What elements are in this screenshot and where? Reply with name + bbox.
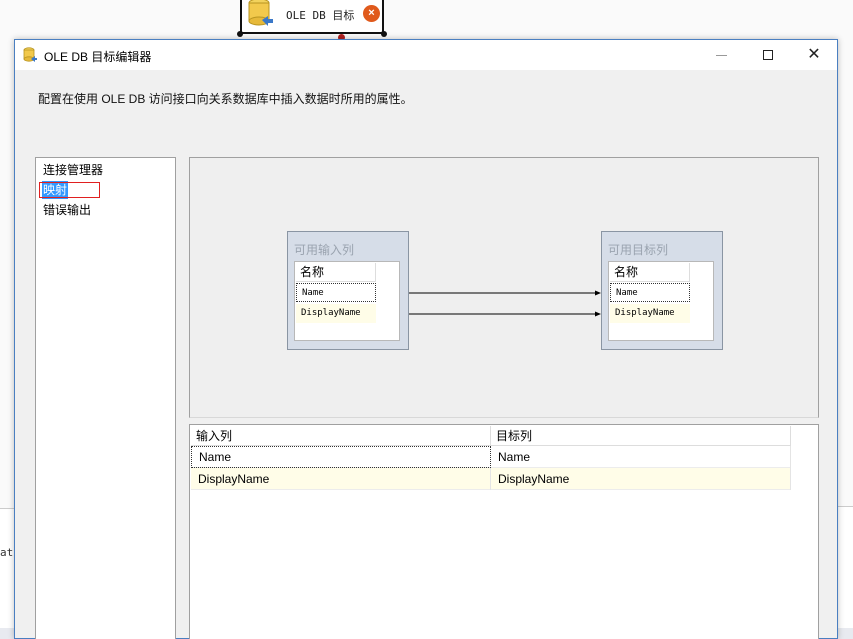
available-destination-columns-box[interactable]: 可用目标列 名称 Name DisplayName	[601, 231, 723, 350]
input-column-item[interactable]: Name	[296, 283, 376, 302]
available-input-columns-box[interactable]: 可用输入列 名称 Name DisplayName	[287, 231, 409, 350]
error-icon: ×	[363, 5, 380, 22]
output-panel-edge-text: at	[0, 546, 14, 559]
minimize-button[interactable]	[699, 40, 745, 70]
mapping-grid: 输入列 目标列 Name Name DisplayName DisplayNam…	[189, 424, 819, 639]
nav-item-error-output[interactable]: 错误输出	[42, 201, 92, 219]
maximize-button[interactable]	[745, 40, 791, 70]
destination-columns-header: 名称	[610, 263, 690, 282]
destination-column-item[interactable]: DisplayName	[610, 304, 690, 323]
dialog-description: 配置在使用 OLE DB 访问接口向关系数据库中插入数据时所用的属性。	[38, 92, 413, 106]
nav-item-connection-manager[interactable]: 连接管理器	[42, 161, 104, 179]
table-row[interactable]: Name Name	[191, 446, 791, 468]
maximize-icon	[763, 50, 773, 60]
title-bar[interactable]: OLE DB 目标编辑器 ✕	[15, 40, 837, 70]
close-button[interactable]: ✕	[791, 40, 837, 70]
input-column-cell[interactable]: Name	[191, 446, 491, 468]
minimize-icon	[716, 55, 727, 56]
mapping-lines	[409, 290, 601, 317]
status-strip-right	[838, 628, 853, 639]
right-panel-edge	[838, 506, 853, 639]
page-navigation: 连接管理器 映射 错误输出	[35, 157, 176, 639]
task-label: OLE DB 目标	[286, 9, 355, 22]
selection-highlight	[39, 182, 100, 198]
input-columns-header: 名称	[296, 263, 376, 282]
destination-column-item[interactable]: Name	[610, 283, 690, 302]
input-column-item[interactable]: DisplayName	[296, 304, 376, 323]
ole-db-destination-editor-dialog: OLE DB 目标编辑器 ✕ 配置在使用 OLE DB 访问接口向关系数据库中插…	[14, 39, 838, 639]
column-mapping-diagram[interactable]: 可用输入列 名称 Name DisplayName 可用目标列 名称 Name …	[189, 157, 819, 418]
input-columns-list: 名称 Name DisplayName	[294, 261, 400, 341]
mapping-grid-header: 输入列 目标列	[191, 426, 791, 446]
close-icon: ✕	[807, 46, 821, 63]
table-row[interactable]: DisplayName DisplayName	[191, 468, 791, 490]
available-destination-columns-title: 可用目标列	[608, 243, 669, 257]
database-icon	[23, 47, 37, 62]
column-header-input[interactable]: 输入列	[191, 426, 491, 446]
destination-columns-list: 名称 Name DisplayName	[608, 261, 714, 341]
available-input-columns-title: 可用输入列	[294, 243, 355, 257]
dialog-title: OLE DB 目标编辑器	[44, 50, 152, 64]
ole-db-destination-task[interactable]: OLE DB 目标 ×	[240, 0, 384, 34]
database-destination-icon	[248, 0, 273, 26]
destination-column-cell[interactable]: DisplayName	[491, 468, 791, 490]
destination-column-cell[interactable]: Name	[491, 446, 791, 468]
input-column-cell[interactable]: DisplayName	[191, 468, 491, 490]
column-header-destination[interactable]: 目标列	[491, 426, 791, 446]
